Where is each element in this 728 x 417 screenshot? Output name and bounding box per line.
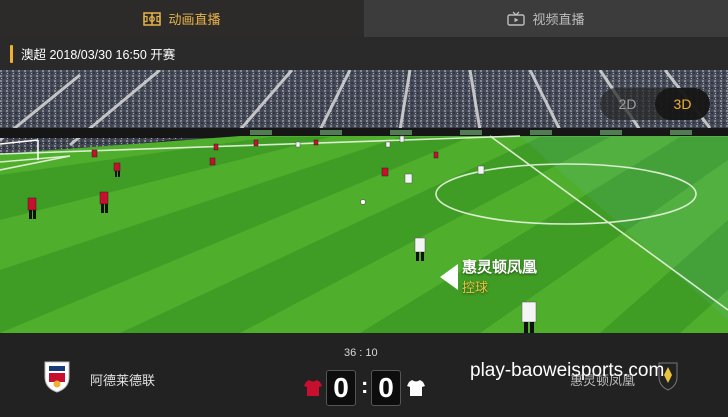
match-info-bar: 澳超 2018/03/30 16:50 开赛 — [0, 37, 728, 70]
tab-video-live[interactable]: 视频直播 — [364, 0, 728, 37]
home-score: 0 — [326, 370, 356, 406]
away-jersey-icon — [407, 380, 425, 396]
match-clock: 36 : 10 — [344, 347, 378, 359]
tab-animation-live[interactable]: 动画直播 — [0, 0, 364, 37]
home-jersey-icon — [304, 380, 322, 396]
tab-video-label: 视频直播 — [532, 12, 585, 27]
home-team-logo — [44, 361, 70, 393]
accent-bar — [10, 44, 13, 63]
score-separator: : — [361, 373, 369, 398]
tab-animation-label: 动画直播 — [168, 12, 221, 27]
event-state: 控球 — [462, 280, 489, 295]
match-animation-field: 2D 3D 惠灵顿凤凰 控球 — [0, 70, 728, 333]
view-3d-button[interactable]: 3D — [655, 88, 710, 120]
scoreboard: 阿德莱德联 36 : 10 0 : 0 惠灵顿凤凰 play-baoweispo… — [0, 333, 728, 417]
watermark-text: play-baoweisports.com — [470, 360, 665, 381]
away-score: 0 — [371, 370, 401, 406]
callout-arrow-icon — [440, 264, 458, 290]
event-team-name: 惠灵顿凤凰 — [462, 259, 538, 276]
view-toggle: 2D 3D — [600, 88, 710, 120]
view-2d-button[interactable]: 2D — [600, 88, 655, 120]
live-mode-tabs: 动画直播 视频直播 — [0, 0, 728, 37]
tv-icon — [507, 11, 526, 26]
pitch-icon — [143, 11, 162, 26]
match-info-text: 澳超 2018/03/30 16:50 开赛 — [21, 48, 176, 62]
home-team-name: 阿德莱德联 — [90, 373, 156, 388]
